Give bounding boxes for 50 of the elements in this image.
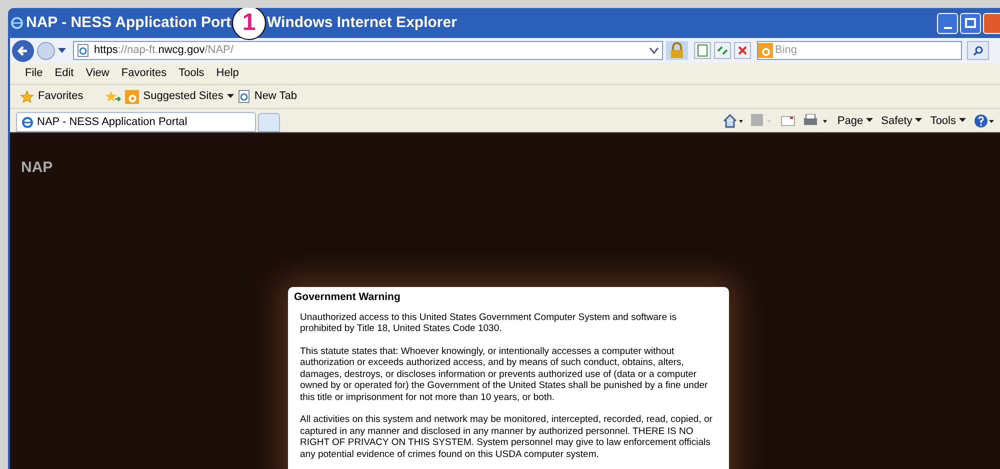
browser-logo-icon <box>10 16 24 30</box>
star-icon <box>20 90 34 104</box>
stop-icon[interactable] <box>734 42 751 59</box>
home-icon[interactable] <box>723 114 744 128</box>
favorites-button[interactable]: Favorites <box>38 88 84 105</box>
menu-item[interactable]: Tools <box>174 65 210 82</box>
dialog-title: Government Warning <box>294 292 402 304</box>
minimize-button[interactable] <box>937 12 958 34</box>
browser-logo-icon <box>21 116 34 128</box>
warning-paragraph: All activities on this system and network may be monitored, intercepted, recorded, read, copied, or captured in any manner and disclosed in any manner by authorized personnel. THERE IS NO RIGHT OF PRIVACY ON THIS SYSTEM. System personnel may give to law enforcement officials any potential evidence of crimes found on this USDA computer system. <box>300 414 713 460</box>
callout-badge: 1 <box>232 8 266 40</box>
window-title: NAP - NESS Application Port <box>26 12 232 33</box>
command-menu-button[interactable]: Tools <box>930 112 966 129</box>
search-placeholder: Bing <box>775 43 798 58</box>
url-text: https://nap-ft.nwcg.gov/NAP/ <box>94 43 234 58</box>
add-favorite-icon[interactable] <box>105 90 122 104</box>
suggested-sites-button[interactable]: Suggested Sites <box>143 88 234 105</box>
menu-item[interactable]: View <box>80 65 114 82</box>
favorites-link[interactable]: New Tab <box>254 88 297 105</box>
warning-paragraph: Unauthorized access to this United States Government Computer System and software is prohibited by Title 18, United States Code 1030. <box>300 312 678 334</box>
window-title: Windows Internet Explorer <box>267 12 457 33</box>
warning-paragraph: This statute states that: Whoever knowingly, or intentionally accesses a computer without authorization or exceeds authorized access, and by means of such conduct, obtains, alters, damages, destroys, or discloses information or prevents authorized use of (data or a computer owned by or operated for) the Government of the United States shall be punished by a fine under this title or imprisonment for not more than 10 years, or both. <box>300 346 709 403</box>
menu-item[interactable]: Help <box>211 65 244 82</box>
menu-item[interactable]: Favorites <box>116 65 172 82</box>
lock-icon[interactable] <box>666 41 688 60</box>
mail-icon[interactable] <box>781 116 796 126</box>
search-icon <box>973 46 983 56</box>
close-button[interactable] <box>983 12 1000 34</box>
app-name: NAP <box>21 158 53 178</box>
browser-tab[interactable]: NAP - NESS Application Portal <box>16 112 256 132</box>
page-icon <box>77 44 89 57</box>
help-icon[interactable] <box>974 114 996 128</box>
caret-icon[interactable] <box>58 48 66 54</box>
command-menu-button[interactable]: Safety <box>881 112 922 129</box>
caret-icon <box>866 118 874 124</box>
search-button[interactable] <box>967 41 989 60</box>
maximize-button[interactable] <box>960 12 981 34</box>
back-arrow-icon <box>17 44 29 56</box>
caret-icon <box>915 118 922 124</box>
caret-icon <box>959 118 966 124</box>
command-menu-button[interactable]: Page <box>837 112 874 129</box>
caret-icon <box>227 94 234 99</box>
back-button[interactable] <box>12 40 34 62</box>
site-logo-icon <box>125 90 140 104</box>
print-icon[interactable] <box>803 114 830 128</box>
menu-item[interactable]: File <box>20 65 48 82</box>
address-field[interactable]: https://nap-ft.nwcg.gov/NAP/ <box>73 41 663 60</box>
menu-item[interactable]: Edit <box>50 65 79 82</box>
page-icon <box>238 90 250 103</box>
search-provider-icon <box>758 43 773 58</box>
